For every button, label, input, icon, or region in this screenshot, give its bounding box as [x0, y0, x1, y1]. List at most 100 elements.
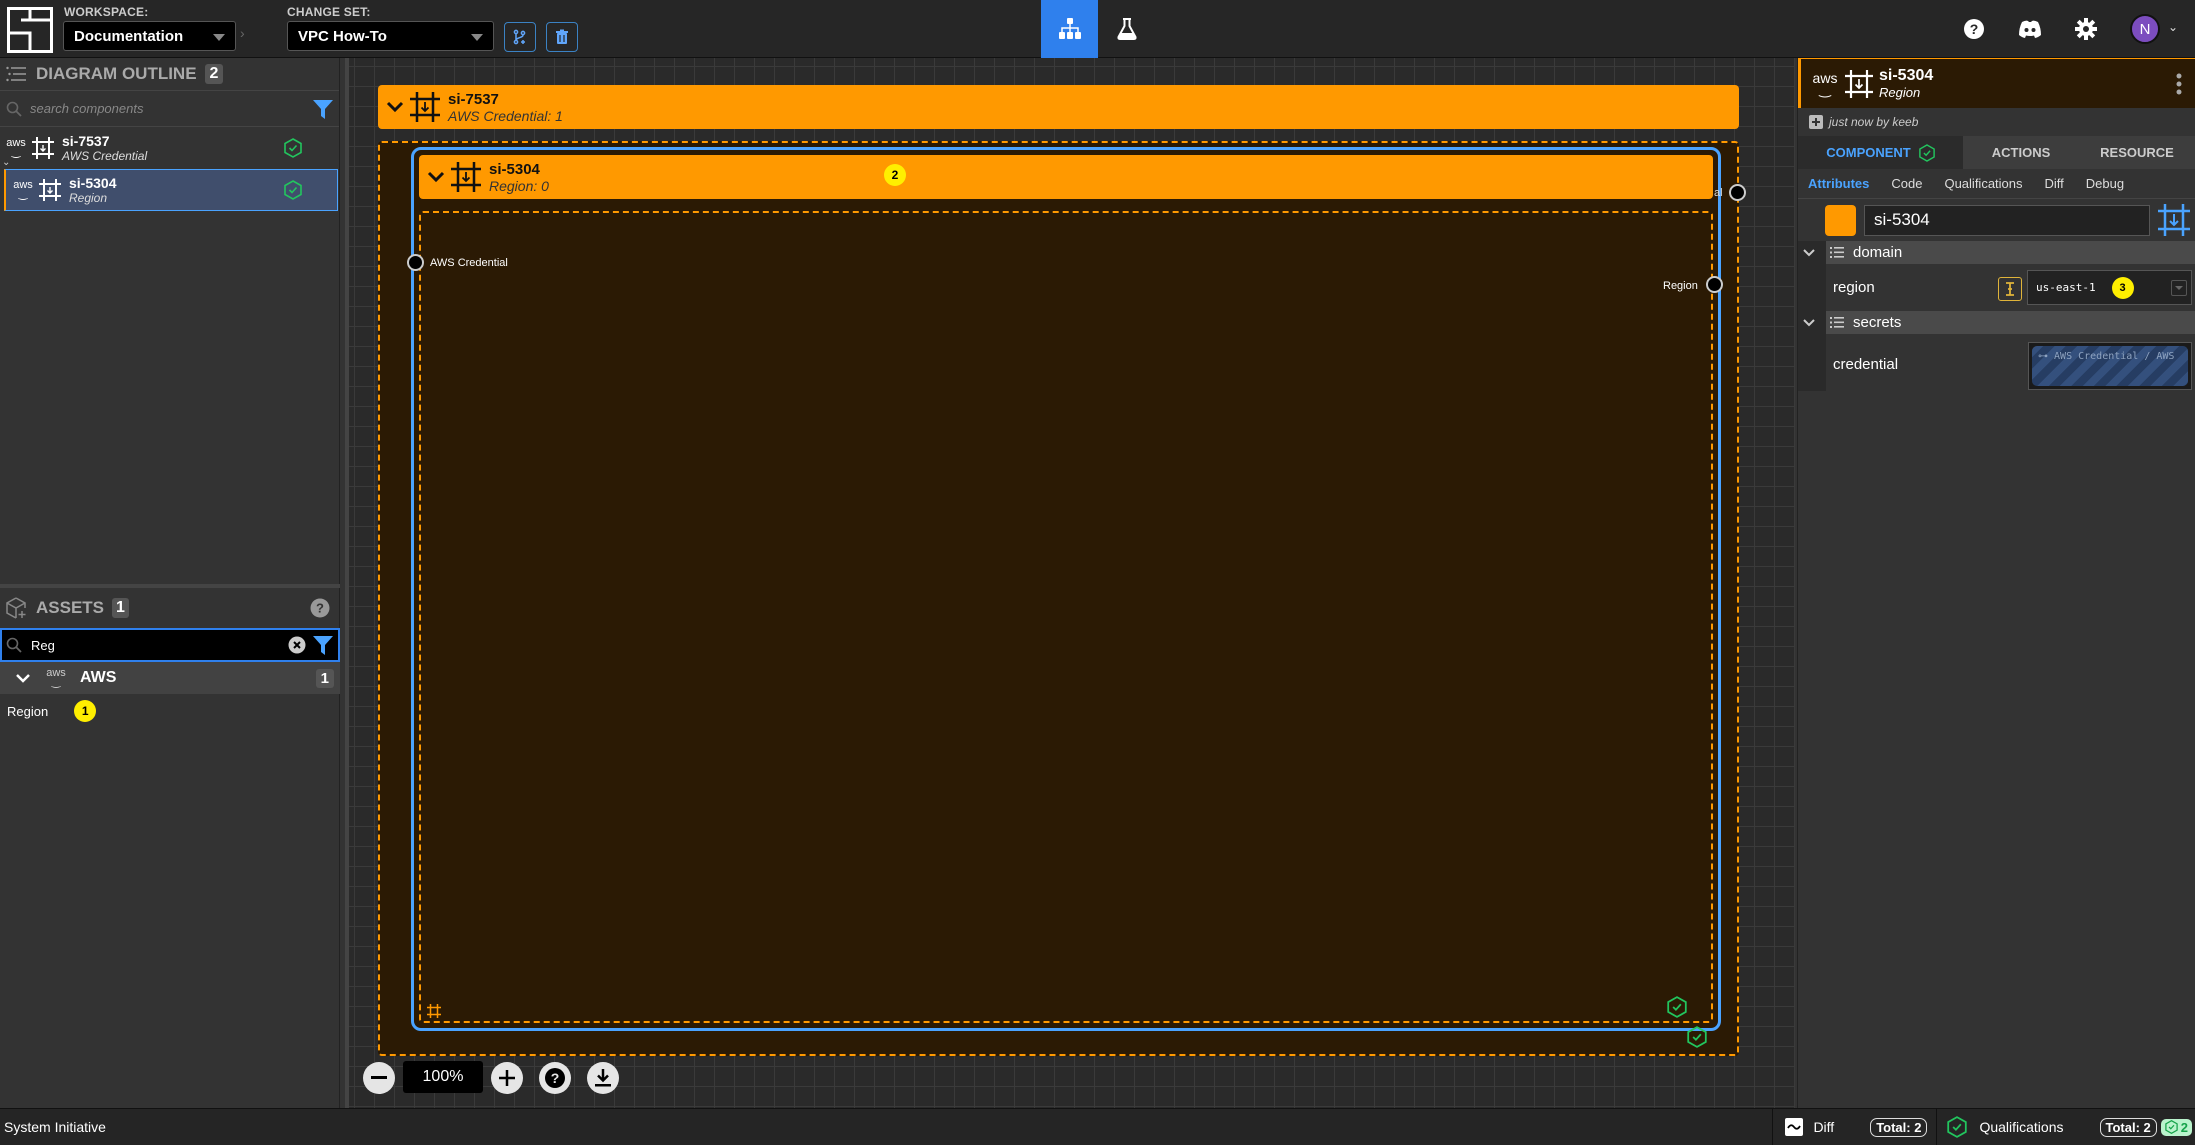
subtab-diff[interactable]: Diff: [2045, 176, 2064, 191]
diff-label: Diff: [1813, 1119, 1835, 1135]
section-secrets[interactable]: secrets: [1803, 311, 2195, 334]
system-initiative-logo[interactable]: [7, 7, 53, 53]
subtab-code[interactable]: Code: [1891, 176, 1922, 191]
tab-resource[interactable]: RESOURCE: [2079, 136, 2195, 169]
qualifications-passed: 2: [2160, 1118, 2192, 1136]
user-avatar[interactable]: N: [2130, 14, 2160, 44]
status-bar: System Initiative Diff Total: 2 Qualific…: [0, 1108, 2195, 1145]
list-icon: [1830, 317, 1844, 328]
asset-group-name: AWS: [80, 669, 117, 686]
zoom-level[interactable]: 100%: [403, 1061, 483, 1093]
component-search-input[interactable]: search components: [30, 101, 312, 116]
create-changeset-button[interactable]: [504, 22, 536, 52]
qualification-passed-icon: [1667, 996, 1687, 1018]
download-icon: [595, 1069, 611, 1087]
diff-summary[interactable]: Diff Total: 2: [1772, 1109, 1936, 1145]
filter-icon[interactable]: [312, 634, 334, 656]
frame-icon: [410, 92, 440, 122]
help-circle-icon[interactable]: ?: [310, 598, 330, 618]
qualifications-label: Qualifications: [1979, 1119, 2064, 1135]
tab-label: ACTIONS: [1991, 145, 2051, 160]
help-circle-icon: ?: [545, 1068, 565, 1088]
download-button[interactable]: [587, 1062, 619, 1094]
nav-tab-customize[interactable]: [1098, 0, 1155, 58]
outline-item-name: si-5304: [69, 175, 117, 191]
search-icon: [6, 101, 22, 117]
qualification-passed-icon: [2165, 1120, 2178, 1134]
gear-icon: [2075, 18, 2097, 40]
asset-group-aws[interactable]: aws ‿ AWS 1: [0, 662, 340, 694]
nav-tab-model[interactable]: [1041, 0, 1098, 58]
subtab-attributes[interactable]: Attributes: [1808, 176, 1869, 191]
diagram-outline-title: DIAGRAM OUTLINE: [36, 64, 197, 83]
svg-text:?: ?: [551, 1070, 560, 1086]
assets-header: ASSETS 1 ?: [0, 588, 340, 628]
chevron-down-icon[interactable]: ⌄: [2168, 20, 2178, 34]
canvas-help-button[interactable]: ?: [539, 1062, 571, 1094]
subtab-qualifications[interactable]: Qualifications: [1944, 176, 2022, 191]
minus-icon: [371, 1076, 387, 1079]
filter-icon[interactable]: [312, 98, 334, 120]
chevron-down-icon[interactable]: [427, 171, 445, 183]
more-options-icon[interactable]: [2176, 73, 2182, 95]
svg-text:?: ?: [1970, 21, 1979, 37]
abandon-changeset-button[interactable]: [546, 22, 578, 52]
output-socket-region[interactable]: [1706, 276, 1723, 293]
search-icon: [6, 637, 22, 653]
details-tabs: COMPONENT ACTIONS RESOURCE: [1798, 136, 2195, 169]
input-socket-aws-credential[interactable]: [407, 254, 424, 271]
component-name-input[interactable]: si-5304: [1864, 204, 2150, 236]
attribute-tree: domain region us-east-1 3 secrets creden…: [1798, 241, 2195, 394]
settings-button[interactable]: [2073, 16, 2099, 42]
socket-label: AWS Credential: [430, 257, 508, 269]
frame-header-si-7537[interactable]: si-7537 AWS Credential: 1: [378, 85, 1739, 129]
prop-label: credential: [1833, 355, 1899, 373]
component-search[interactable]: search components: [0, 91, 339, 127]
list-icon: [6, 66, 26, 82]
changeset-select[interactable]: VPC How-To: [287, 21, 494, 51]
zoom-out-button[interactable]: [363, 1062, 395, 1094]
section-title: domain: [1853, 244, 1903, 261]
cube-plus-icon: [6, 597, 26, 619]
step-badge: 3: [2111, 276, 2134, 299]
details-header: aws ‿ si-5304 Region: [1798, 58, 2195, 108]
tab-component[interactable]: COMPONENT: [1798, 136, 1963, 169]
discord-button[interactable]: [2017, 16, 2043, 42]
credential-field[interactable]: ⊶ AWS Credential / AWS: [2028, 342, 2192, 390]
changeset-value: VPC How-To: [298, 27, 387, 45]
outline-item-si-7537[interactable]: aws ‿ si-7537 AWS Credential ⌄: [0, 127, 339, 169]
component-color-swatch[interactable]: [1825, 204, 1856, 236]
zoom-in-button[interactable]: [491, 1062, 523, 1094]
aws-logo-icon: aws ‿: [1812, 69, 1838, 97]
chevron-down-icon: [2171, 279, 2187, 296]
frame-subtitle: Region: 0: [489, 177, 549, 194]
workspace-value: Documentation: [74, 27, 184, 45]
region-select[interactable]: us-east-1 3: [2027, 270, 2192, 305]
outline-item-si-5304[interactable]: aws ‿ si-5304 Region: [4, 169, 338, 211]
frame-icon: [39, 179, 61, 201]
section-domain[interactable]: domain: [1803, 241, 2195, 264]
tab-actions[interactable]: ACTIONS: [1963, 136, 2079, 169]
asset-item-region[interactable]: Region 1: [0, 694, 340, 728]
subtab-debug[interactable]: Debug: [2086, 176, 2124, 191]
output-socket-aws-credential[interactable]: [1729, 184, 1746, 201]
clear-search-icon[interactable]: [288, 636, 306, 654]
workspace-label: WORKSPACE:: [64, 5, 149, 19]
region-value: us-east-1: [2036, 281, 2096, 294]
svg-text:?: ?: [316, 601, 324, 616]
qualifications-total: Total: 2: [2099, 1117, 2157, 1137]
help-button[interactable]: ?: [1961, 16, 1987, 42]
socket-label: al: [1714, 187, 1723, 199]
value-source-button[interactable]: [1998, 277, 2022, 301]
git-branch-plus-icon: [513, 29, 526, 45]
asset-search-input[interactable]: Reg: [0, 628, 340, 662]
chevron-down-icon[interactable]: [386, 101, 404, 113]
qualifications-summary[interactable]: Qualifications Total: 2 2: [1936, 1109, 2195, 1145]
diff-icon: [1785, 1118, 1804, 1136]
frame-header-si-5304[interactable]: si-5304 Region: 0 2: [419, 155, 1713, 199]
diagram-canvas[interactable]: si-7537 AWS Credential: 1 si-5304 Region…: [345, 58, 1795, 1108]
chevron-down-icon[interactable]: ⌄: [2, 157, 10, 168]
qualification-passed-icon: [284, 180, 302, 200]
step-badge: 1: [74, 700, 97, 722]
workspace-select[interactable]: Documentation: [63, 21, 236, 51]
